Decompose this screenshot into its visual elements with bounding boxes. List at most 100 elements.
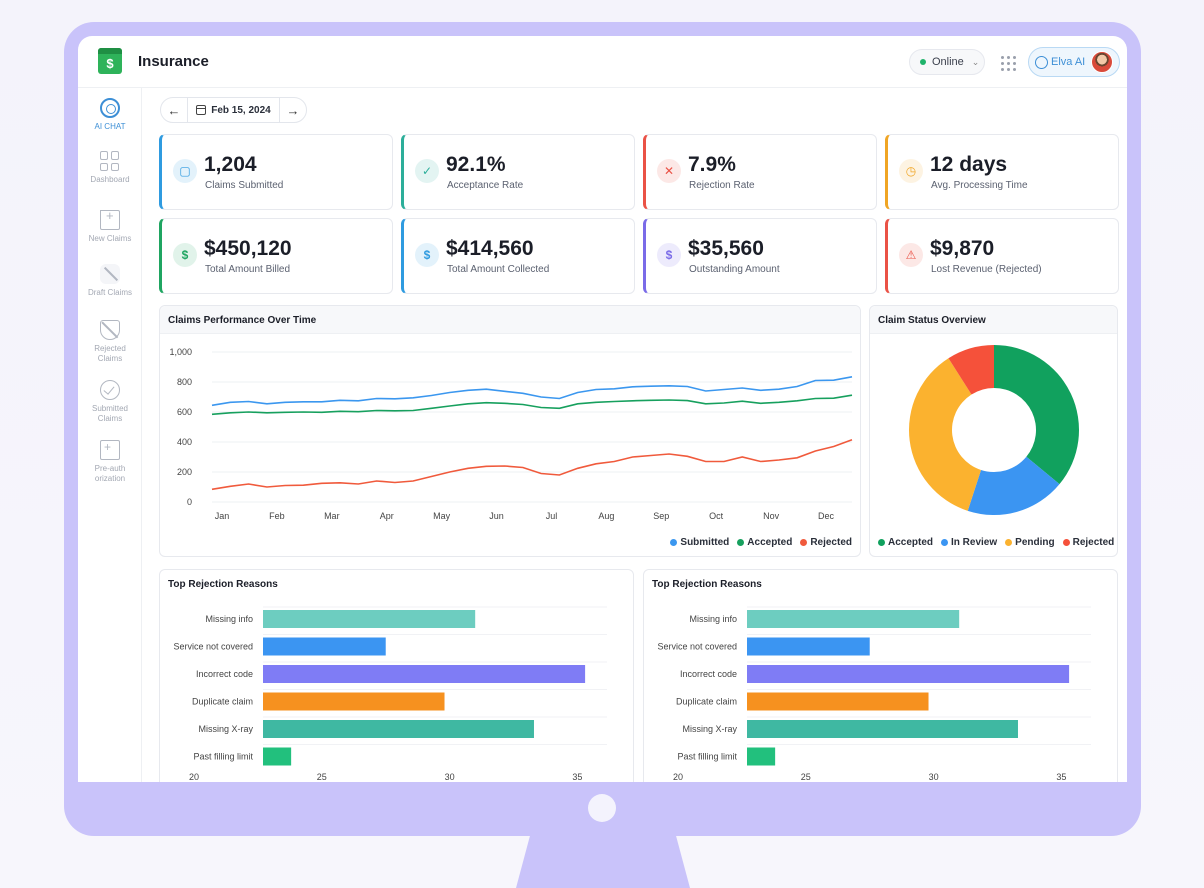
x-tick-label: 25 <box>801 772 811 782</box>
apps-grid-button[interactable] <box>994 50 1020 76</box>
status-label: Online <box>932 56 964 68</box>
sidebar-item-pre-authorization[interactable]: Pre-authorization <box>78 440 142 484</box>
legend-item[interactable]: Rejected <box>1062 537 1115 548</box>
kpi-label: Lost Revenue (Rejected) <box>931 264 1042 275</box>
sidebar-item-rejected-claims[interactable]: Rejected Claims <box>78 320 142 364</box>
kpi-label: Avg. Processing Time <box>931 180 1028 191</box>
prev-date-button[interactable]: ← <box>161 103 187 118</box>
legend-label: Rejected <box>1072 537 1115 548</box>
ai-chat-icon <box>100 98 120 118</box>
kpi-card[interactable]: ⚠ $9,870 Lost Revenue (Rejected) <box>885 218 1119 294</box>
bar-incorrect-code <box>263 665 586 683</box>
dollar-icon: $ <box>173 243 197 267</box>
legend-label: Accepted <box>888 537 934 548</box>
sidebar-item-dashboard[interactable]: Dashboard <box>78 151 142 185</box>
legend-item[interactable]: Pending <box>1005 537 1055 548</box>
clock-icon: ◷ <box>899 159 923 183</box>
kpi-value: 12 days <box>930 153 1008 176</box>
category-label: Missing info <box>689 614 737 624</box>
legend-dot-icon <box>800 539 808 546</box>
kpi-value: $35,560 <box>688 237 764 260</box>
legend-item[interactable]: Accepted <box>737 537 792 548</box>
bar-duplicate-claim <box>747 692 929 711</box>
x-tick-label: Jan <box>215 511 230 521</box>
panel-title: Top Rejection Reasons <box>160 570 633 598</box>
x-tick-label: Sep <box>653 511 669 521</box>
legend-item[interactable]: In Review <box>941 537 997 548</box>
y-tick-label: 200 <box>177 467 192 477</box>
sidebar-item-draft-claims[interactable]: Draft Claims <box>78 264 142 298</box>
sidebar-item-label: AI CHAT <box>94 122 126 131</box>
next-date-button[interactable]: → <box>280 103 306 118</box>
legend-label: Pending <box>1015 537 1055 548</box>
kpi-value: 7.9% <box>688 153 736 176</box>
x-tick-label: 20 <box>189 772 199 782</box>
kpi-card[interactable]: ✕ 7.9% Rejection Rate <box>643 134 877 210</box>
category-label: Service not covered <box>657 642 737 652</box>
category-label: Missing X-ray <box>682 724 737 734</box>
legend-dot-icon <box>670 539 678 546</box>
date-picker[interactable]: Feb 15, 2024 <box>187 97 280 123</box>
bar-chart: 20 25 30 35 Missing info Service not covered I… <box>657 606 1091 782</box>
kpi-card[interactable]: $ $414,560 Total Amount Collected <box>401 218 635 294</box>
new-claims-icon <box>100 210 120 230</box>
sidebar-item-ai-chat[interactable]: AI CHAT <box>78 98 142 132</box>
x-tick-label: Jun <box>489 511 504 521</box>
y-tick-label: 800 <box>177 377 192 387</box>
check-circle-icon: ✓ <box>415 159 439 183</box>
series-line-submitted <box>211 376 853 407</box>
series-line-rejected <box>211 439 853 491</box>
folder-icon: ▢ <box>173 159 197 183</box>
panel-title: Top Rejection Reasons <box>644 570 1117 598</box>
kpi-card[interactable]: ✓ 92.1% Acceptance Rate <box>401 134 635 210</box>
bar-missing-x-ray <box>263 720 534 738</box>
claim-status-panel: Claim Status Overview Accepted In Review P… <box>869 305 1118 557</box>
y-tick-label: 0 <box>187 497 192 507</box>
legend-item[interactable]: Submitted <box>670 537 729 548</box>
legend-label: Rejected <box>810 537 852 548</box>
status-dropdown[interactable]: Online ⌄ <box>909 49 985 75</box>
bar-service-not-covered <box>747 637 870 656</box>
sidebar-item-new-claims[interactable]: New Claims <box>78 210 142 244</box>
kpi-card[interactable]: ▢ 1,204 Claims Submitted <box>159 134 393 210</box>
avatar[interactable] <box>1091 51 1113 73</box>
category-label: Service not covered <box>173 642 253 652</box>
legend-label: Accepted <box>747 537 793 548</box>
kpi-card[interactable]: $ $450,120 Total Amount Billed <box>159 218 393 294</box>
x-tick-label: 25 <box>317 772 327 782</box>
legend-label: In Review <box>951 537 998 548</box>
bar-service-not-covered <box>263 637 386 656</box>
bar-chart: 20 25 30 35 Missing info Service not covered I… <box>173 606 607 782</box>
assistant-button[interactable]: Elva AI <box>1028 47 1120 77</box>
bar-duplicate-claim <box>263 692 445 711</box>
kpi-value: $9,870 <box>930 237 995 260</box>
dollar-icon: $ <box>415 243 439 267</box>
app-title: Insurance <box>138 53 209 70</box>
x-tick-label: Mar <box>324 511 340 521</box>
legend-item[interactable]: Rejected <box>800 537 852 548</box>
bar-missing-info <box>747 610 960 628</box>
line-chart-legend: Submitted Accepted Rejected <box>670 537 852 548</box>
sidebar-item-label: Draft Claims <box>87 288 132 297</box>
legend-item[interactable]: Accepted <box>878 537 933 548</box>
category-label: Duplicate claim <box>192 697 253 707</box>
category-label: Missing info <box>205 614 253 624</box>
pre-authorization-icon <box>100 440 120 460</box>
date-navigator: ← Feb 15, 2024 → <box>160 97 307 123</box>
category-label: Past filling limit <box>677 752 737 762</box>
sidebar-item-submitted-claims[interactable]: Submitted Claims <box>78 380 142 424</box>
kpi-card[interactable]: ◷ 12 days Avg. Processing Time <box>885 134 1119 210</box>
bar-past-filling-limit <box>747 747 776 766</box>
kpi-label: Acceptance Rate <box>447 180 524 191</box>
dollar-icon: $ <box>657 243 681 267</box>
kpi-value: 92.1% <box>446 153 506 176</box>
sidebar: AI CHAT Dashboard New Claims Draft Claim… <box>78 88 142 782</box>
rejection-reasons-panel-right: Top Rejection Reasons 20 25 30 35 Missing in… <box>643 569 1118 782</box>
kpi-label: Claims Submitted <box>205 180 284 191</box>
panel-title: Claims Performance Over Time <box>160 306 860 334</box>
top-bar: $ Insurance Online ⌄ Elva AI <box>78 36 1127 88</box>
kpi-value: $414,560 <box>446 237 534 260</box>
kpi-card[interactable]: $ $35,560 Outstanding Amount <box>643 218 877 294</box>
kpi-label: Outstanding Amount <box>689 264 780 275</box>
panel-title: Claim Status Overview <box>870 306 1117 334</box>
